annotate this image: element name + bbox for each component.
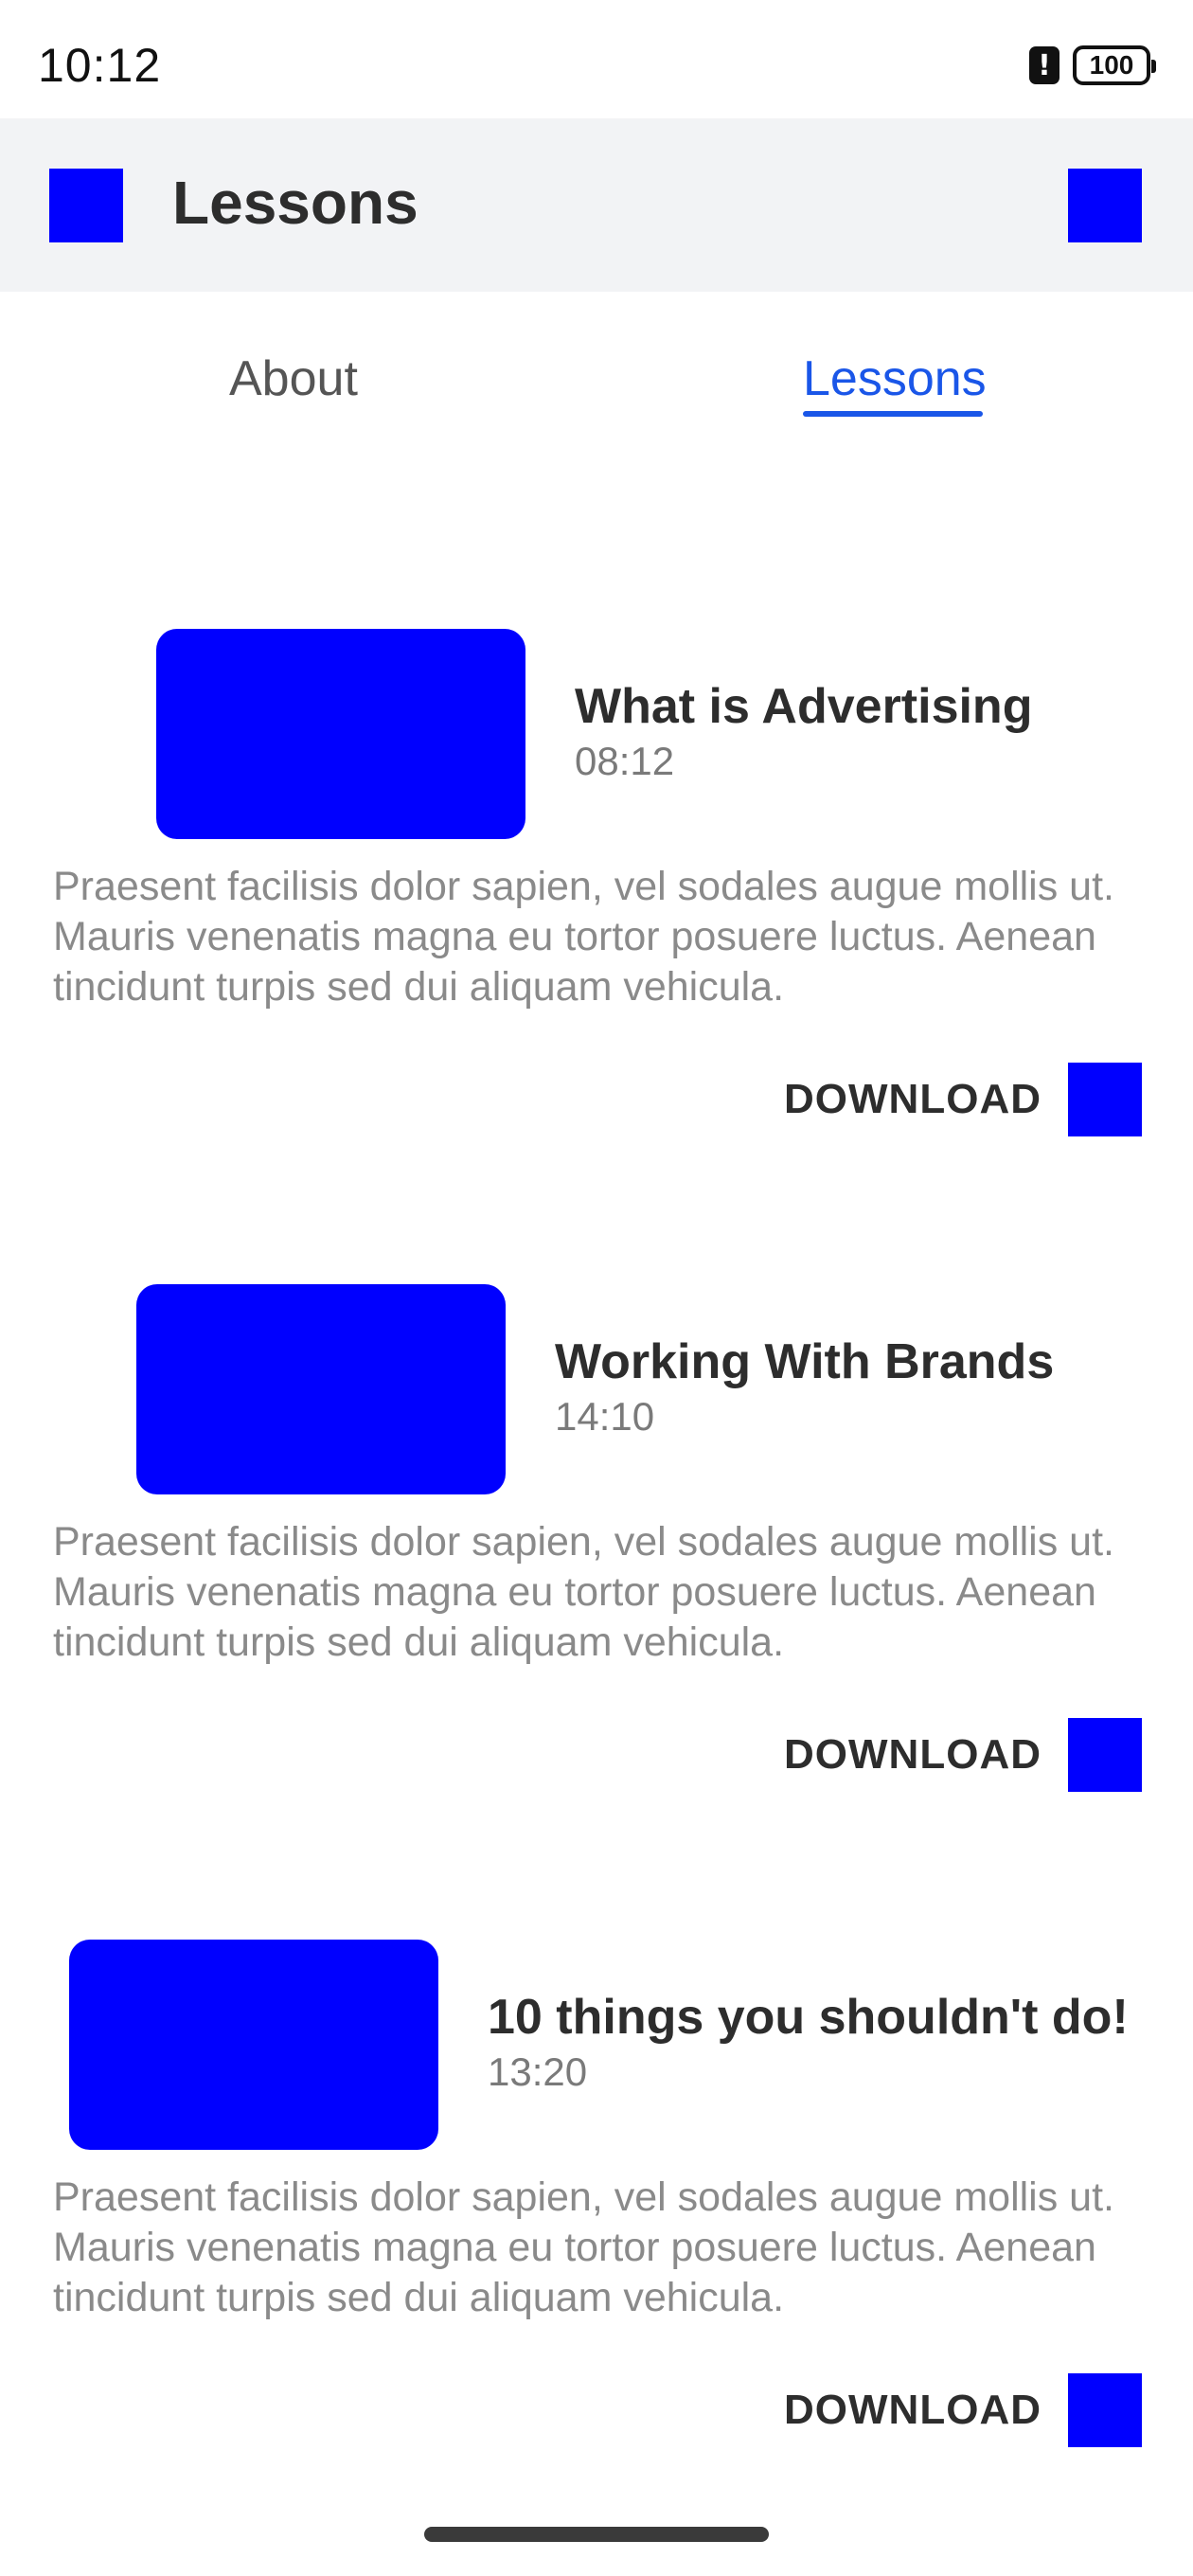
- lesson-description: Praesent facilisis dolor sapien, vel sod…: [53, 1519, 1114, 1665]
- lesson-title: 10 things you shouldn't do!: [488, 1990, 1129, 2045]
- download-button[interactable]: DOWNLOAD: [784, 2387, 1042, 2434]
- page-title: Lessons: [172, 169, 418, 237]
- home-indicator[interactable]: [424, 2527, 769, 2542]
- action-icon[interactable]: [1068, 169, 1142, 242]
- battery-icon: 100: [1073, 45, 1156, 85]
- active-tab-indicator: [803, 411, 983, 417]
- tab-bar: About Lessons: [0, 292, 1193, 434]
- tab-lessons[interactable]: Lessons: [803, 350, 987, 407]
- lesson-description: Praesent facilisis dolor sapien, vel sod…: [53, 2174, 1114, 2320]
- lesson-duration: 08:12: [575, 739, 675, 783]
- status-time: 10:12: [38, 39, 162, 92]
- lesson-duration: 14:10: [555, 1394, 655, 1439]
- lesson-title: What is Advertising: [575, 679, 1033, 734]
- lesson-card: Working With Brands 14:10 Praesent facil…: [0, 1284, 1193, 1871]
- alert-icon: !: [1029, 46, 1059, 84]
- download-icon[interactable]: [1068, 2373, 1142, 2447]
- lesson-thumbnail[interactable]: [69, 1940, 438, 2150]
- app-bar: Lessons: [0, 118, 1193, 292]
- lesson-duration: 13:20: [488, 2049, 588, 2094]
- lesson-card: What is Advertising 08:12 Praesent facil…: [0, 629, 1193, 1216]
- lesson-card: 10 things you shouldn't do! 13:20 Praese…: [0, 1940, 1193, 2527]
- lesson-description: Praesent facilisis dolor sapien, vel sod…: [53, 864, 1114, 1010]
- lesson-thumbnail[interactable]: [156, 629, 525, 839]
- download-icon[interactable]: [1068, 1063, 1142, 1136]
- status-icons: ! 100: [1029, 45, 1156, 85]
- lesson-thumbnail[interactable]: [136, 1284, 506, 1494]
- tab-about[interactable]: About: [229, 350, 358, 407]
- lesson-title: Working With Brands: [555, 1334, 1055, 1389]
- status-bar: 10:12 ! 100: [0, 0, 1193, 118]
- download-icon[interactable]: [1068, 1718, 1142, 1792]
- menu-icon[interactable]: [49, 169, 123, 242]
- download-button[interactable]: DOWNLOAD: [784, 1076, 1042, 1123]
- battery-level: 100: [1089, 50, 1134, 80]
- download-button[interactable]: DOWNLOAD: [784, 1731, 1042, 1779]
